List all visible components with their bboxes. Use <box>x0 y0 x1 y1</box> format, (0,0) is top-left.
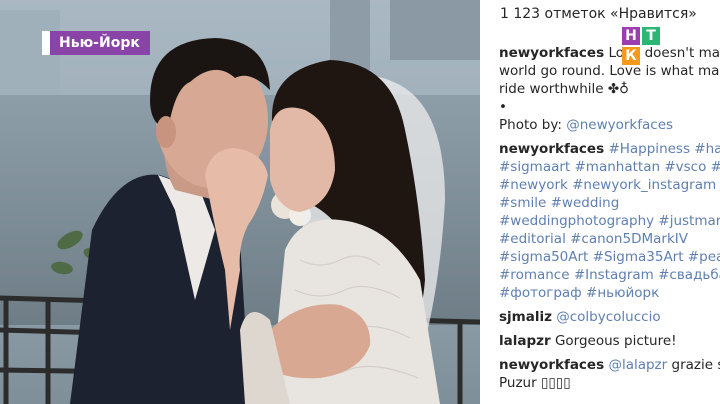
hashtag-line[interactable]: #smile #wedding <box>499 194 720 212</box>
comment-item: sjmaliz @colbycoluccio <box>499 308 720 326</box>
hashtag-comment-line-1: newyorkfaces #Happiness #happ <box>499 140 720 158</box>
caption-line-3: ride worthwhile ✤♁ <box>499 81 630 97</box>
caption-bullet: • <box>499 99 507 115</box>
location-tag-label: Нью-Йорк <box>50 31 150 55</box>
logo-letter-n: Н <box>622 27 640 45</box>
post-photo <box>0 0 480 404</box>
comment-continuation: Puzur ▯▯▯▯ <box>499 375 571 391</box>
comment-username[interactable]: sjmaliz <box>499 309 552 325</box>
comment-text: grazie ser <box>671 357 720 373</box>
hashtag-group[interactable]: #Happiness #happ <box>608 141 720 157</box>
hashtag-line[interactable]: #weddingphotography #justmarr <box>499 212 720 230</box>
photo-credit-mention[interactable]: @newyorkfaces <box>566 117 673 133</box>
ntk-channel-logo: Н Т К <box>622 27 662 67</box>
comment-username[interactable]: lalapzr <box>499 333 551 349</box>
caption-line-2: world go round. Love is what mak <box>499 63 720 79</box>
comment-mention[interactable]: @lalapzr <box>608 357 667 373</box>
hashtag-line[interactable]: #newyork #newyork_instagram #v <box>499 176 720 194</box>
hashtag-line[interactable]: #sigmaart #manhattan #vsco #vs <box>499 158 720 176</box>
comment-item: newyorkfaces @lalapzr grazie ser <box>499 356 720 374</box>
logo-letter-k: К <box>622 47 640 65</box>
hashtag-comment-username[interactable]: newyorkfaces <box>499 141 604 157</box>
comment-username[interactable]: newyorkfaces <box>499 357 604 373</box>
comment-item: lalapzr Gorgeous picture! <box>499 332 720 350</box>
hashtag-line[interactable]: #romance #Instagram #свадьба <box>499 266 720 284</box>
location-tag-bar <box>42 31 50 55</box>
hashtag-line[interactable]: #sigma50Art #Sigma35Art #peac <box>499 248 720 266</box>
caption-username[interactable]: newyorkfaces <box>499 45 604 61</box>
hashtag-line[interactable]: #фотограф #ньюйорк <box>499 284 720 302</box>
location-tag: Нью-Йорк <box>42 31 150 55</box>
instagram-comment-panel: 1 123 отметок «Нравится» newyorkfaces Lo… <box>480 0 720 404</box>
likes-count[interactable]: 1 123 отметок «Нравится» <box>500 6 697 22</box>
comment-mention[interactable]: @colbycoluccio <box>556 309 660 325</box>
logo-letter-t: Т <box>642 27 660 45</box>
comment-text: Gorgeous picture! <box>554 333 677 349</box>
caption-line-1: newyorkfaces Love doesn't make <box>499 44 720 62</box>
hashtag-line[interactable]: #editorial #canon5DMarkIV <box>499 230 720 248</box>
caption-block: newyorkfaces Love doesn't make world go … <box>499 44 720 392</box>
photo-credit-prefix: Photo by: <box>499 117 562 133</box>
photo-credit: Photo by: @newyorkfaces <box>499 116 720 134</box>
wedding-photo-illustration <box>0 0 480 404</box>
